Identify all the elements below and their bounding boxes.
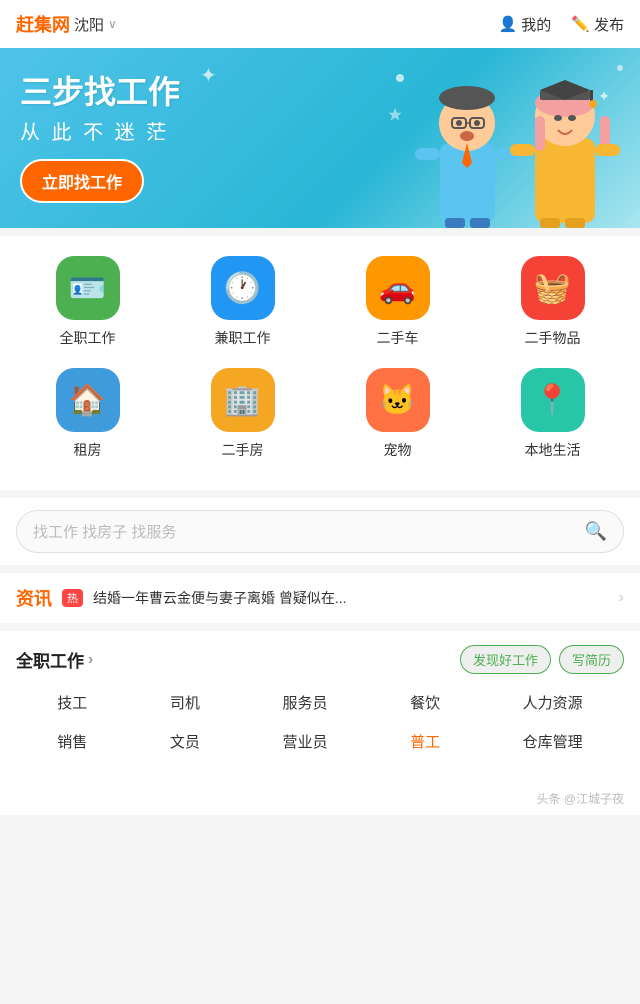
category-label: 二手物品 [525,328,581,348]
job-tag[interactable]: 司机 [162,690,208,715]
job-tag[interactable]: 销售 [49,729,95,754]
logo[interactable]: 赶集网 [16,11,70,37]
category-item[interactable]: 📍 本地生活 [513,368,593,460]
category-label: 二手房 [222,440,264,460]
my-button[interactable]: 👤 我的 [499,14,552,35]
job-tag[interactable]: 服务员 [274,690,335,715]
job-tag[interactable]: 文员 [162,729,208,754]
banner-illustration [380,48,640,228]
write-resume-button[interactable]: 写简历 [559,645,624,674]
job-tag[interactable]: 餐饮 [402,690,448,715]
news-hot-badge: 热 [62,589,83,607]
banner-content: 三步找工作 从 此 不 迷 茫 立即找工作 [0,53,200,222]
news-label: 资讯 [16,585,52,611]
search-placeholder: 找工作 找房子 找服务 [33,521,585,542]
banner: 三步找工作 从 此 不 迷 茫 立即找工作 [0,48,640,228]
category-item[interactable]: 🏠 租房 [48,368,128,460]
banner-title: 三步找工作 [20,73,180,111]
category-row-1: 🪪 全职工作 🕐 兼职工作 🚗 二手车 🧺 二手物品 [10,256,630,348]
header-right: 👤 我的 ✏️ 发布 [499,14,624,35]
search-icon[interactable]: 🔍 [585,521,607,542]
watermark: 头条 @江城子夜 [0,782,640,815]
jobs-tag-row-1: 技工 司机 服务员 餐饮 人力资源 [16,690,624,715]
chevron-right-icon: › [619,589,624,607]
job-tag[interactable]: 人力资源 [515,690,591,715]
jobs-section: 全职工作 › 发现好工作 写简历 技工 司机 服务员 餐饮 人力资源 销售 文员 营业员 普工… [0,631,640,782]
banner-characters-svg [380,48,640,228]
category-label: 二手车 [377,328,419,348]
category-icon: 🕐 [211,256,275,320]
category-item[interactable]: 🪪 全职工作 [48,256,128,348]
star-decoration: ✦ [200,63,217,88]
category-label: 租房 [74,440,102,460]
category-item[interactable]: 🧺 二手物品 [513,256,593,348]
category-label: 宠物 [384,440,412,460]
jobs-header: 全职工作 › 发现好工作 写简历 [16,645,624,674]
jobs-title-arrow: › [88,651,93,669]
user-icon: 👤 [499,15,518,33]
news-text: 结婚一年曹云金便与妻子离婚 曾疑似在... [93,588,609,608]
category-icon: 🏠 [56,368,120,432]
header: 赶集网 沈阳 ∨ 👤 我的 ✏️ 发布 [0,0,640,48]
category-icon: 🐱 [366,368,430,432]
search-bar[interactable]: 找工作 找房子 找服务 🔍 [16,510,624,553]
chevron-down-icon[interactable]: ∨ [108,17,117,31]
banner-subtitle: 从 此 不 迷 茫 [20,116,180,145]
banner-cta-button[interactable]: 立即找工作 [20,159,144,203]
category-icon: 🧺 [521,256,585,320]
category-label: 本地生活 [525,440,581,460]
category-icon: 🚗 [366,256,430,320]
categories-section: 🪪 全职工作 🕐 兼职工作 🚗 二手车 🧺 二手物品 🏠 租房 🏢 二手房 🐱 … [0,236,640,490]
category-label: 兼职工作 [215,328,271,348]
publish-button[interactable]: ✏️ 发布 [571,14,624,35]
job-tag[interactable]: 技工 [49,690,95,715]
category-icon: 🏢 [211,368,275,432]
jobs-actions: 发现好工作 写简历 [460,645,624,674]
job-tag[interactable]: 营业员 [274,729,335,754]
job-tag[interactable]: 普工 [402,729,448,754]
search-section: 找工作 找房子 找服务 🔍 [0,498,640,565]
category-row-2: 🏠 租房 🏢 二手房 🐱 宠物 📍 本地生活 [10,368,630,460]
category-item[interactable]: 🚗 二手车 [358,256,438,348]
category-icon: 🪪 [56,256,120,320]
jobs-tags: 技工 司机 服务员 餐饮 人力资源 销售 文员 营业员 普工 仓库管理 [16,690,624,768]
category-item[interactable]: 🏢 二手房 [203,368,283,460]
job-tag[interactable]: 仓库管理 [515,729,591,754]
header-left: 赶集网 沈阳 ∨ [16,11,117,37]
city-selector[interactable]: 沈阳 [74,14,104,35]
category-item[interactable]: 🐱 宠物 [358,368,438,460]
publish-icon: ✏️ [571,15,590,33]
discover-jobs-button[interactable]: 发现好工作 [460,645,551,674]
category-label: 全职工作 [60,328,116,348]
star-decoration-2: ✦ [598,88,610,105]
jobs-title[interactable]: 全职工作 › [16,647,93,672]
jobs-tag-row-2: 销售 文员 营业员 普工 仓库管理 [16,729,624,754]
category-icon: 📍 [521,368,585,432]
category-item[interactable]: 🕐 兼职工作 [203,256,283,348]
news-section[interactable]: 资讯 热 结婚一年曹云金便与妻子离婚 曾疑似在... › [0,573,640,623]
